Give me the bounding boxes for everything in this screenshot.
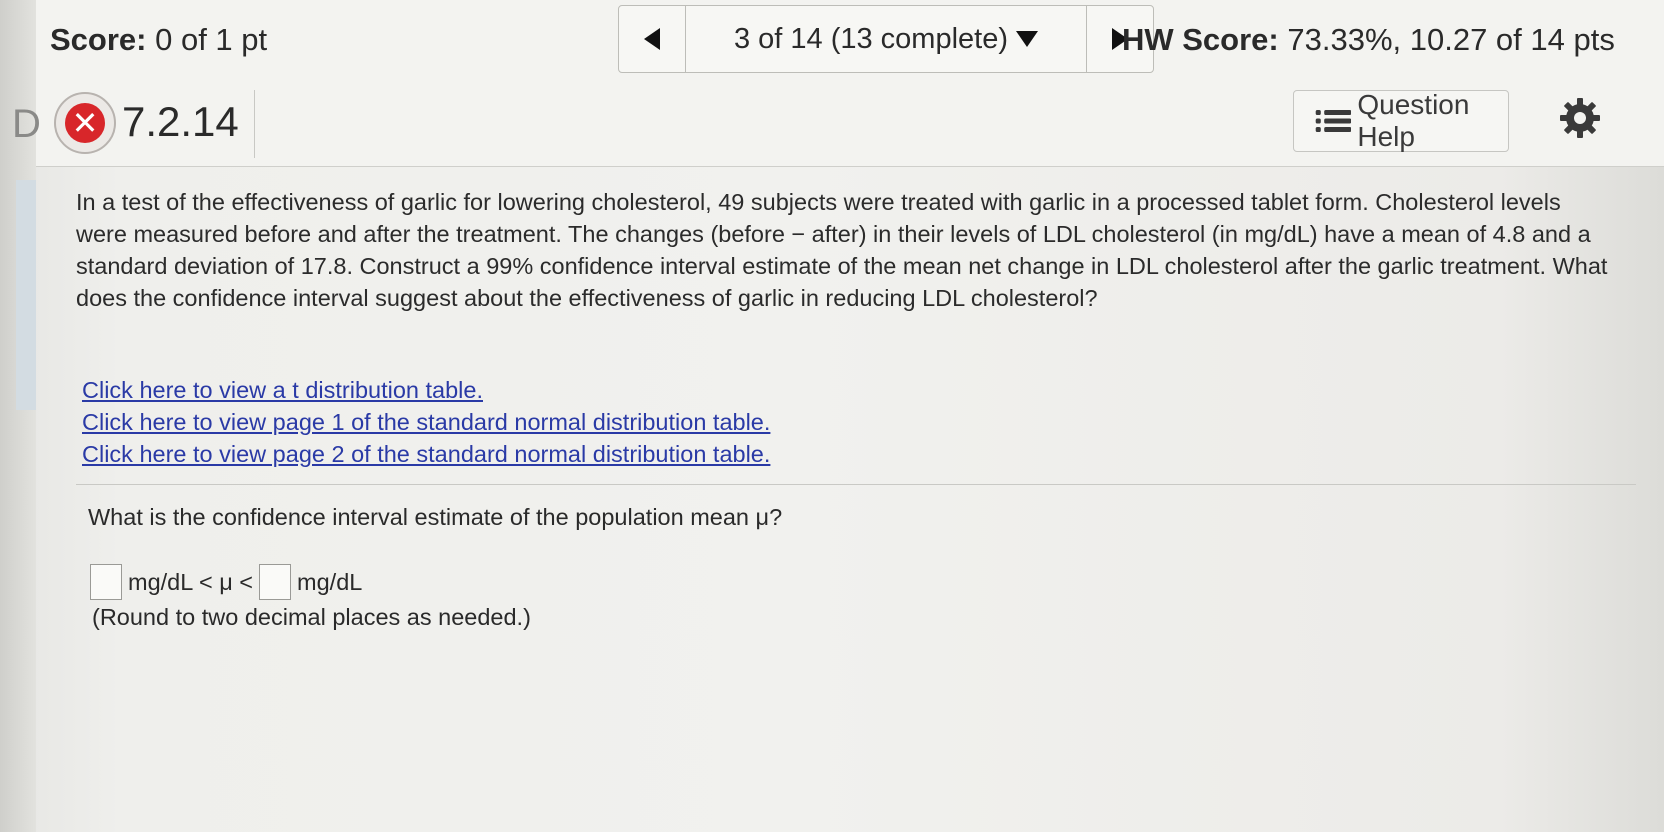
question-position-dropdown[interactable]: 3 of 14 (13 complete) bbox=[686, 6, 1086, 72]
lower-bound-input[interactable] bbox=[90, 564, 122, 600]
side-letter: D bbox=[12, 102, 41, 146]
score-value: 0 of 1 pt bbox=[155, 22, 268, 57]
score: Score: 0 of 1 pt bbox=[50, 22, 267, 58]
question-number: 7.2.14 bbox=[122, 98, 239, 145]
rounding-note: (Round to two decimal places as needed.) bbox=[92, 604, 531, 630]
gear-icon[interactable] bbox=[1558, 96, 1602, 140]
question-header: D ✕ 7.2.14 Question Help bbox=[12, 82, 1664, 167]
reference-links: Click here to view a t distribution tabl… bbox=[82, 374, 770, 470]
hw-score-label: HW Score: bbox=[1122, 22, 1279, 57]
divider bbox=[254, 90, 255, 158]
question-help-button[interactable]: Question Help bbox=[1293, 89, 1509, 152]
triangle-left-icon bbox=[644, 28, 660, 50]
header-bar: Score: 0 of 1 pt 3 of 14 (13 complete) H… bbox=[36, 0, 1664, 83]
list-icon bbox=[1315, 109, 1352, 133]
score-label: Score: bbox=[50, 22, 147, 57]
normal-table-page-1-link[interactable]: Click here to view page 1 of the standar… bbox=[82, 406, 770, 438]
part-question: What is the confidence interval estimate… bbox=[88, 504, 783, 530]
question-help-label: Question Help bbox=[1357, 89, 1470, 152]
hw-score: HW Score: 73.33%, 10.27 of 14 pts bbox=[1122, 22, 1615, 58]
side-tab-strip bbox=[16, 180, 36, 410]
triangle-down-icon bbox=[1016, 31, 1039, 47]
normal-table-page-2-link[interactable]: Click here to view page 2 of the standar… bbox=[82, 438, 770, 470]
section-divider bbox=[76, 484, 1636, 485]
previous-question-button[interactable] bbox=[619, 6, 686, 72]
incorrect-x-icon: ✕ bbox=[54, 92, 116, 154]
hw-score-value: 73.33%, 10.27 of 14 pts bbox=[1287, 22, 1615, 57]
unit-text: mg/dL bbox=[297, 568, 363, 595]
t-distribution-table-link[interactable]: Click here to view a t distribution tabl… bbox=[82, 374, 770, 406]
question-navigator: 3 of 14 (13 complete) bbox=[618, 5, 1154, 73]
problem-statement: In a test of the effectiveness of garlic… bbox=[76, 189, 1608, 311]
upper-bound-input[interactable] bbox=[259, 564, 292, 600]
inequality-text: mg/dL < μ < bbox=[128, 568, 254, 595]
question-position-text: 3 of 14 (13 complete) bbox=[733, 22, 1009, 55]
incorrect-mark: ✕ bbox=[65, 103, 105, 143]
answer-row: mg/dL < μ < mg/dL bbox=[90, 564, 362, 600]
